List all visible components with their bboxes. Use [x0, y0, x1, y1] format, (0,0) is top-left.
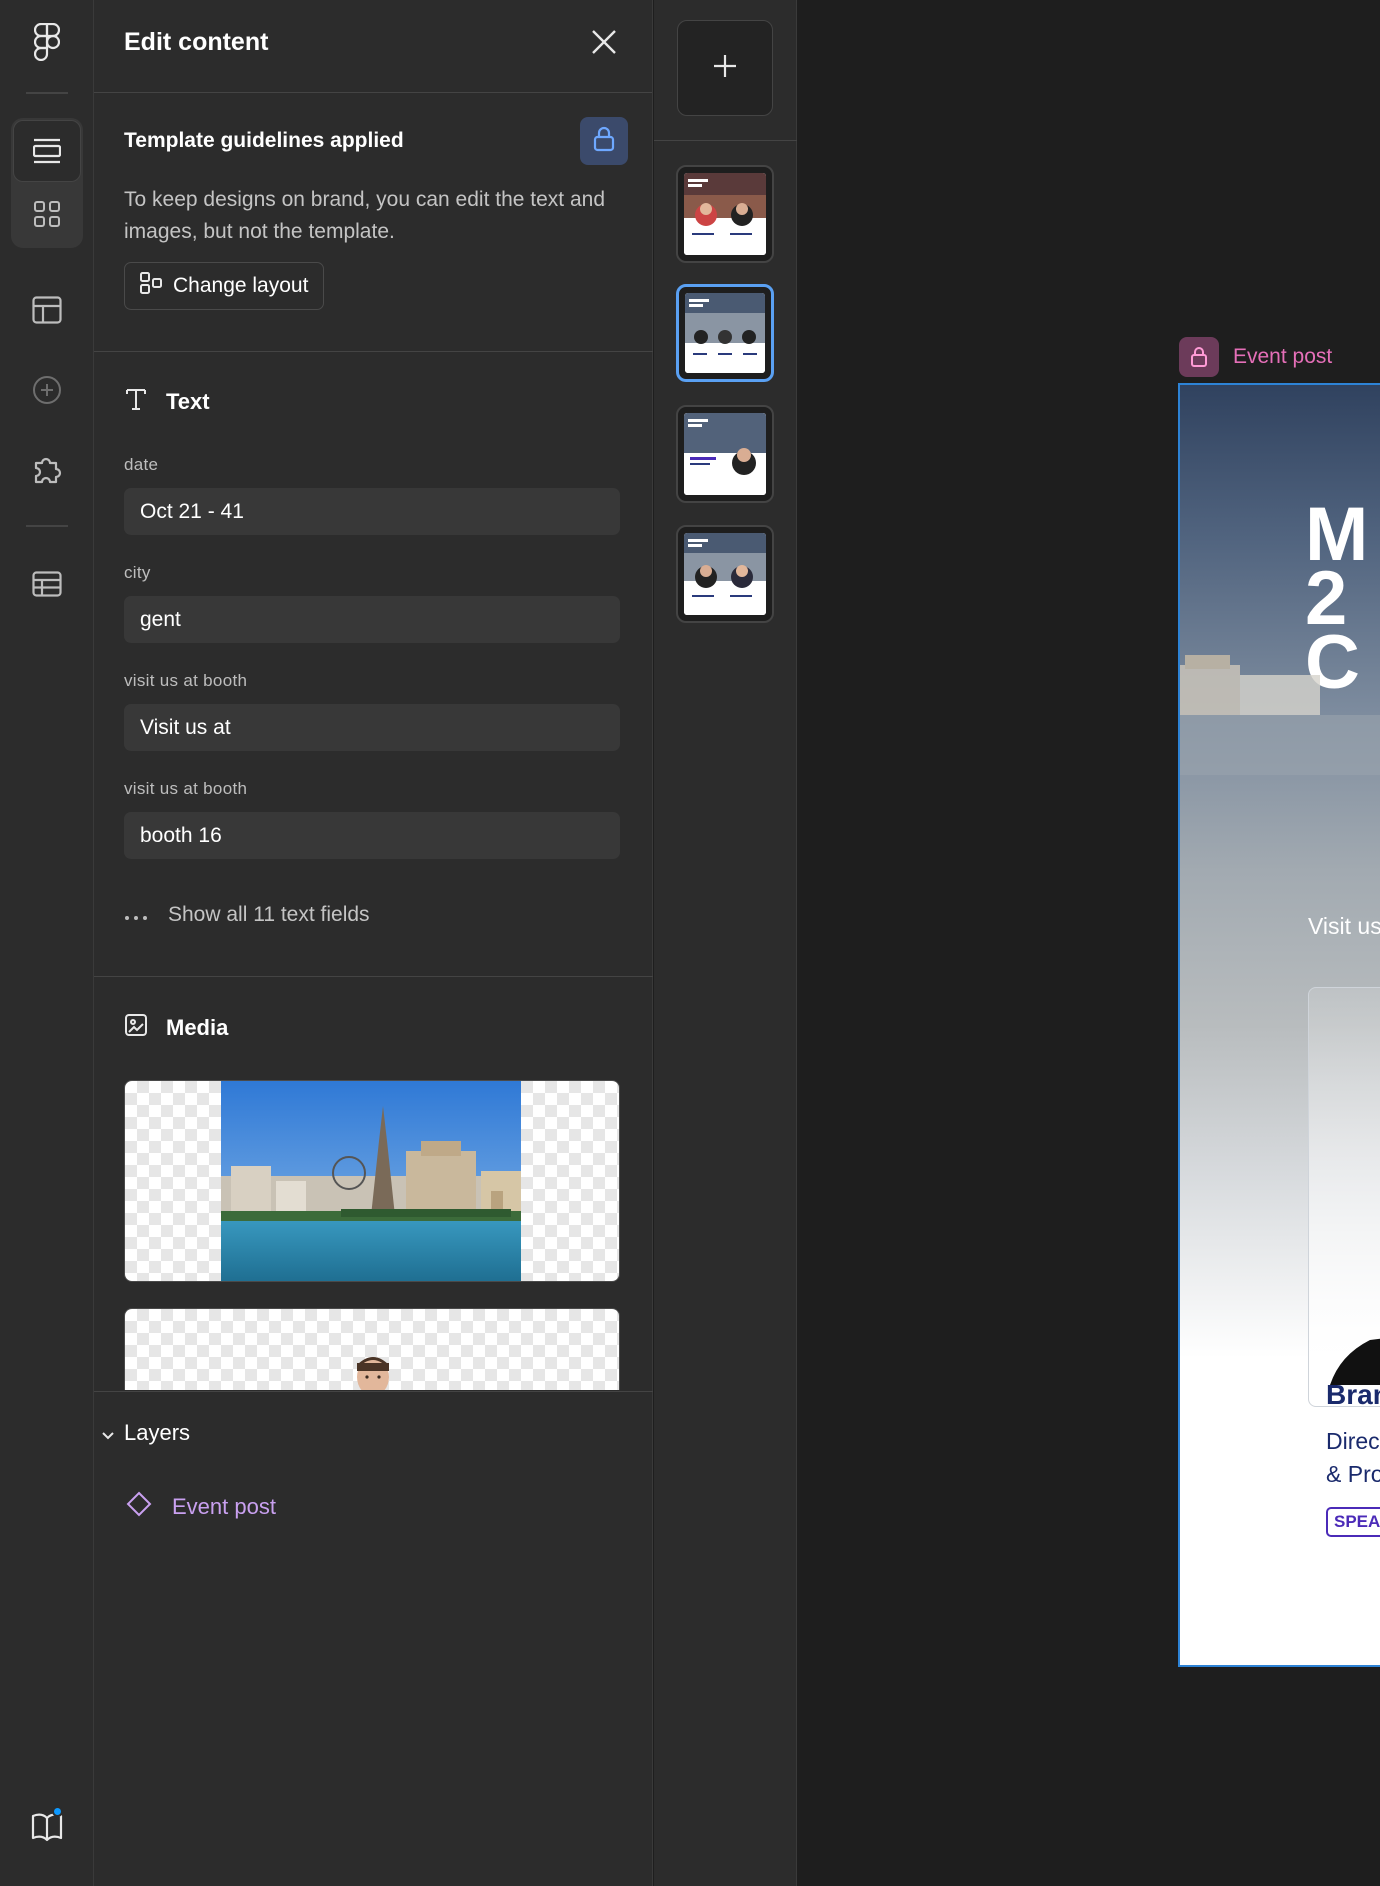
component-icon	[126, 1491, 152, 1523]
field-label-date: date	[124, 455, 159, 474]
change-layout-label: Change layout	[173, 274, 309, 297]
panel-header: Edit content	[94, 0, 652, 93]
plus-icon	[712, 53, 738, 84]
assets-icon[interactable]	[13, 182, 81, 246]
date-field[interactable]: Oct 21 - 41	[124, 488, 620, 535]
plugin-icon[interactable]	[13, 437, 81, 501]
layers-title: Layers	[124, 1420, 191, 1445]
image-icon	[124, 1013, 148, 1043]
rail-divider	[26, 92, 68, 94]
template-thumbnail-3[interactable]	[676, 405, 774, 503]
lock-icon	[1179, 337, 1219, 377]
guidelines-description: To keep designs on brand, you can edit t…	[124, 188, 606, 243]
more-icon	[124, 903, 148, 927]
section-divider	[94, 1391, 653, 1392]
visit-us-field[interactable]: Visit us at	[124, 704, 620, 751]
portrait-photo	[357, 1357, 389, 1390]
show-all-label: Show all 11 text fields	[168, 903, 370, 926]
template-thumbnail-2[interactable]	[676, 284, 774, 382]
layers-icon[interactable]	[13, 119, 81, 183]
field-label-city: city	[124, 563, 151, 582]
table-icon[interactable]	[13, 552, 81, 616]
thumbnail-preview	[685, 293, 765, 373]
layer-label: Event post	[172, 1494, 276, 1519]
speaker-role: Direc & Pro	[1326, 1425, 1380, 1491]
layers-header[interactable]: Layers	[102, 1420, 190, 1446]
field-label-visit: visit us at booth	[124, 671, 248, 690]
rail-divider	[26, 525, 68, 527]
event-post-frame[interactable]: M 2C Visit us Bran Direc & Pro SPEA	[1178, 383, 1380, 1667]
media-section-header: Media	[124, 1013, 228, 1043]
show-all-text-fields[interactable]: Show all 11 text fields	[124, 903, 370, 927]
add-circle-icon[interactable]	[13, 358, 81, 422]
text-icon	[124, 387, 148, 417]
media-section-title: Media	[166, 1015, 229, 1040]
section-divider	[94, 351, 653, 352]
city-skyline	[1180, 655, 1380, 775]
speaker-role-line2: & Pro	[1326, 1461, 1380, 1487]
frame-label-text: Event post	[1233, 345, 1333, 368]
thumbnail-preview	[684, 533, 766, 615]
media-image-portrait[interactable]	[124, 1308, 620, 1390]
add-page-button[interactable]	[677, 20, 773, 116]
guidelines-title: Template guidelines applied	[124, 129, 404, 152]
change-layout-icon	[139, 271, 163, 301]
chevron-down-icon	[102, 1420, 114, 1446]
booth-field[interactable]: booth 16	[124, 812, 620, 859]
city-field[interactable]: gent	[124, 596, 620, 643]
close-button[interactable]	[586, 26, 622, 62]
text-section-title: Text	[166, 389, 210, 414]
left-toolbar	[0, 0, 94, 1886]
template-thumbnail-4[interactable]	[676, 525, 774, 623]
edit-content-panel: Edit content Template guidelines applied…	[94, 0, 653, 1886]
change-layout-button[interactable]: Change layout	[124, 262, 325, 310]
figma-logo-icon[interactable]	[13, 10, 81, 74]
layout-icon[interactable]	[13, 278, 81, 342]
book-icon[interactable]	[13, 1795, 81, 1859]
visit-us-text: Visit us	[1308, 913, 1380, 939]
close-icon	[591, 29, 617, 60]
speaker-badge: SPEA	[1326, 1507, 1380, 1537]
text-section-header: Text	[124, 387, 210, 417]
layer-item[interactable]: Event post	[126, 1491, 276, 1523]
lock-button[interactable]	[580, 117, 628, 165]
lock-icon	[593, 126, 615, 157]
frame-label[interactable]: Event post	[1179, 337, 1332, 377]
notification-dot	[52, 1806, 63, 1817]
template-strip	[654, 0, 797, 1886]
city-photo	[221, 1081, 521, 1281]
thumbnail-preview	[684, 173, 766, 255]
speaker-role-line1: Direc	[1326, 1428, 1380, 1454]
section-divider	[94, 976, 653, 977]
panel-title: Edit content	[124, 28, 269, 56]
speaker-name: Bran	[1326, 1379, 1380, 1410]
thumbnail-preview	[684, 413, 766, 495]
strip-divider	[654, 140, 797, 141]
speaker-photo	[1330, 1338, 1380, 1385]
field-label-booth: visit us at booth	[124, 779, 248, 798]
template-thumbnail-1[interactable]	[676, 165, 774, 263]
media-image-city[interactable]	[124, 1080, 620, 1282]
